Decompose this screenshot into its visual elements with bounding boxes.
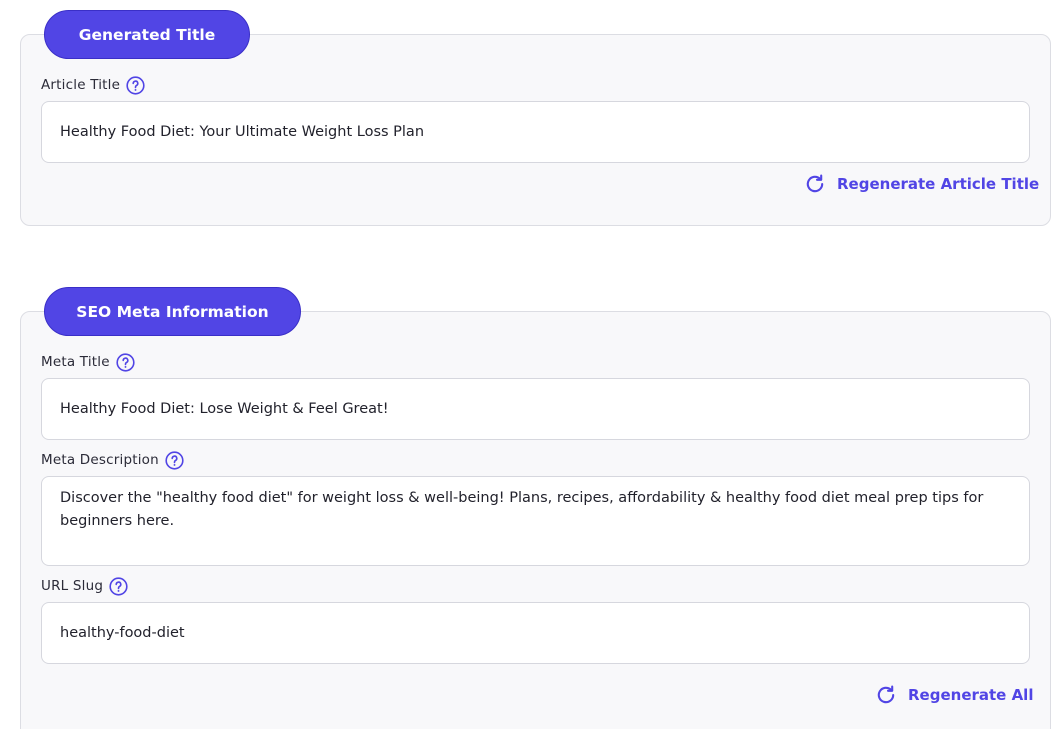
regenerate-all-button[interactable]: Regenerate All [875,684,1033,706]
article-title-label-row: Article Title [41,75,145,95]
url-slug-label: URL Slug [41,578,104,594]
page: Generated Title Article Title Healthy Fo… [0,0,1060,729]
regenerate-article-title-label: Regenerate Article Title [837,175,1040,193]
refresh-icon [806,174,824,193]
article-title-field[interactable]: Healthy Food Diet: Your Ultimate Weight … [41,101,1030,163]
refresh-icon [877,685,895,704]
meta-title-value: Healthy Food Diet: Lose Weight & Feel Gr… [60,400,389,417]
meta-description-label-row: Meta Description [41,450,184,470]
meta-title-field[interactable]: Healthy Food Diet: Lose Weight & Feel Gr… [41,378,1030,440]
meta-description-field[interactable]: Discover the "healthy food diet" for wei… [41,476,1030,566]
meta-title-label-row: Meta Title [41,352,135,372]
url-slug-value: healthy-food-diet [60,624,185,641]
meta-description-value: Discover the "healthy food diet" for wei… [60,490,984,529]
regenerate-all-label: Regenerate All [908,686,1034,704]
url-slug-label-row: URL Slug [41,576,128,596]
help-circle-icon[interactable] [109,576,128,596]
meta-title-label: Meta Title [41,354,110,370]
meta-description-label: Meta Description [41,452,159,468]
article-title-label: Article Title [41,77,121,93]
article-title-value: Healthy Food Diet: Your Ultimate Weight … [60,123,425,140]
regenerate-article-title-button[interactable]: Regenerate Article Title [804,173,1039,195]
seo-meta-heading: SEO Meta Information [44,287,301,336]
url-slug-field[interactable]: healthy-food-diet [41,602,1030,664]
generated-title-heading: Generated Title [44,10,250,59]
help-circle-icon[interactable] [165,450,184,470]
help-circle-icon[interactable] [126,75,145,95]
help-circle-icon[interactable] [116,352,135,372]
